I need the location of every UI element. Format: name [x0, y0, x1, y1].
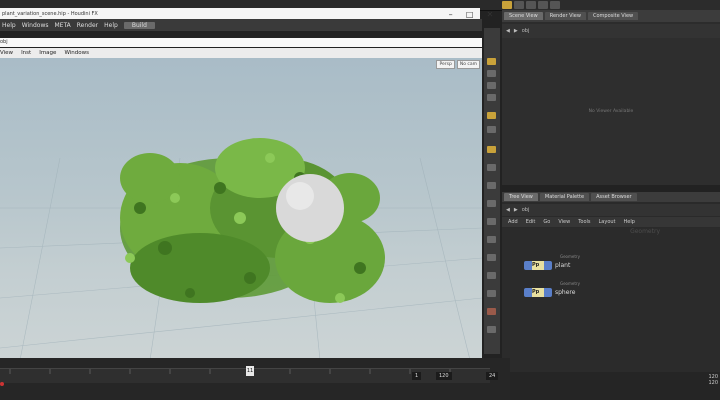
clock-date: 120 [708, 380, 718, 386]
net-menu-tools[interactable]: Tools [578, 219, 590, 225]
top-pane-tabs: Scene View Render View Composite View [502, 10, 720, 22]
viewport-scene [0, 138, 482, 360]
net-menu-layout[interactable]: Layout [599, 219, 616, 225]
shading-icon[interactable] [487, 164, 496, 171]
minimize-icon[interactable]: – [449, 10, 453, 19]
network-path: ◀ ▶ obj [502, 204, 720, 216]
menu-help[interactable]: Help [2, 22, 16, 29]
timeline-playhead[interactable]: 11 [246, 366, 254, 376]
lock-icon[interactable] [487, 326, 496, 333]
vp-menu-view[interactable]: View [0, 50, 13, 56]
fps-field[interactable]: 24 [486, 372, 499, 380]
viewport-window: plant_variation_scene.hip - Houdini FX –… [0, 8, 500, 360]
node-sphere-icon-label: Pp [532, 289, 540, 295]
tab-composite-view[interactable]: Composite View [587, 12, 639, 20]
shelf-render-icon[interactable] [538, 1, 548, 9]
normals-icon[interactable] [487, 272, 496, 279]
node-sphere[interactable]: Pp sphere [524, 288, 575, 297]
viewport-path[interactable]: obj [0, 38, 482, 47]
rotate-tool-icon[interactable] [487, 82, 496, 89]
clock: 120 120 [708, 374, 718, 386]
tab-material-palette[interactable]: Material Palette [539, 193, 590, 201]
vp-menu-windows[interactable]: Windows [64, 50, 89, 56]
persp-badge[interactable]: Persp [436, 60, 455, 69]
net-menu-go[interactable]: Go [543, 219, 550, 225]
sphere-object [276, 174, 344, 242]
maximize-icon[interactable]: □ [466, 10, 474, 19]
node-sphere-box[interactable]: Pp [524, 288, 552, 297]
end-frame-field[interactable]: 120 [436, 372, 452, 380]
top-pane-path: ◀ ▶ obj [502, 24, 720, 38]
handle-icon[interactable] [487, 126, 496, 133]
tab-scene-view[interactable]: Scene View [504, 12, 543, 20]
shelf-chip[interactable]: Build [123, 21, 155, 29]
snap-icon[interactable] [487, 112, 496, 119]
vp-menu-image[interactable]: Image [39, 50, 56, 56]
network-editor-pane: Tree View Material Palette Asset Browser… [502, 192, 720, 372]
node-plant[interactable]: Pp plant [524, 261, 570, 270]
3d-viewport[interactable]: Persp No cam [0, 58, 482, 360]
forward-arrow-icon[interactable]: ▶ [514, 28, 518, 34]
record-indicator-icon [0, 382, 4, 386]
net-menu-edit[interactable]: Edit [526, 219, 536, 225]
grid-icon[interactable] [487, 254, 496, 261]
forward-arrow-icon[interactable]: ▶ [514, 207, 518, 213]
camera-icon[interactable] [487, 218, 496, 225]
bottom-pane-tabs: Tree View Material Palette Asset Browser [502, 192, 720, 202]
node-plant-icon-label: Pp [532, 262, 540, 268]
menu-meta[interactable]: META [54, 22, 70, 29]
shelf-icons [502, 0, 720, 10]
menu-windows[interactable]: Windows [22, 22, 49, 29]
empty-viewer-message: No Viewer Available [588, 109, 634, 114]
node-type-label: Geometry [560, 254, 580, 259]
scene-view-pane: Scene View Render View Composite View ◀ … [502, 0, 720, 185]
menu-render[interactable]: Render [77, 22, 98, 29]
node-plant-name: plant [555, 262, 571, 269]
vp-menu-inst[interactable]: Inst [21, 50, 31, 56]
node-type-label: Geometry [560, 281, 580, 286]
network-view[interactable]: Geometry Geometry Pp plant Geometry Pp s… [502, 228, 720, 372]
record-icon[interactable] [487, 308, 496, 315]
close-icon[interactable]: ✕ [487, 10, 494, 19]
camera-badge[interactable]: No cam [456, 60, 480, 69]
net-menu-help[interactable]: Help [624, 219, 635, 225]
net-menu-view[interactable]: View [558, 219, 570, 225]
node-sphere-name: sphere [555, 289, 576, 296]
shelf-geo-icon[interactable] [526, 1, 536, 9]
network-menu: Add Edit Go View Tools Layout Help [502, 217, 720, 227]
display-icon[interactable] [487, 146, 496, 153]
timeline-bar: 11 1 120 24 [0, 358, 510, 400]
network-watermark: Geometry [630, 228, 660, 235]
main-menubar: Help Windows META Render Help Build [0, 19, 482, 31]
ghost-icon[interactable] [487, 200, 496, 207]
network-path-label[interactable]: obj [522, 207, 530, 213]
tab-tree-view[interactable]: Tree View [504, 193, 538, 201]
back-arrow-icon[interactable]: ◀ [506, 207, 510, 213]
scale-tool-icon[interactable] [487, 94, 496, 101]
start-frame-field[interactable]: 1 [412, 372, 422, 380]
select-tool-icon[interactable] [487, 58, 496, 65]
plant-foliage [120, 138, 385, 303]
shelf-camera-icon[interactable] [514, 1, 524, 9]
move-tool-icon[interactable] [487, 70, 496, 77]
back-arrow-icon[interactable]: ◀ [506, 28, 510, 34]
path-label[interactable]: obj [522, 28, 530, 34]
points-icon[interactable] [487, 290, 496, 297]
node-plant-box[interactable]: Pp [524, 261, 552, 270]
light-icon[interactable] [487, 236, 496, 243]
wireframe-icon[interactable] [487, 182, 496, 189]
shelf-light-icon[interactable] [502, 1, 512, 9]
menu-help-2[interactable]: Help [104, 22, 118, 29]
shelf-sim-icon[interactable] [550, 1, 560, 9]
tab-render-view[interactable]: Render View [544, 12, 586, 20]
viewport-menu: View Inst Image Windows [0, 48, 482, 58]
taskbar-tray: 120 120 [510, 372, 720, 400]
viewport-badges: Persp No cam [436, 60, 480, 69]
net-menu-add[interactable]: Add [508, 219, 518, 225]
top-pane-body: No Viewer Available [502, 38, 720, 185]
tab-asset-browser[interactable]: Asset Browser [591, 193, 637, 201]
viewport-side-toolbar [484, 28, 500, 354]
